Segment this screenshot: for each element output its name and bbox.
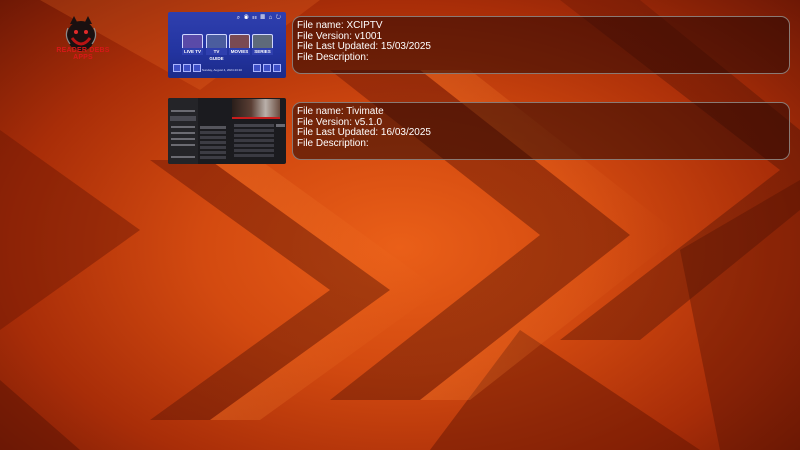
tivimate-groups — [200, 126, 228, 162]
thumbnail-date: Sunday, August 4, 2024 23:10 — [202, 68, 242, 72]
tivimate-video-preview — [232, 99, 280, 119]
tile-series: SERIES — [252, 34, 273, 55]
file-last-updated: File Last Updated: 16/03/2025 — [297, 127, 431, 138]
file-entry-xciptv[interactable]: ⌕ ◉ ☷ ▦ ⌂ ↻ LIVE TV TV GUIDE MOVIES SERI… — [168, 12, 792, 78]
file-name: File name: XCIPTV — [297, 20, 383, 31]
file-info-panel[interactable]: File name: Tivimate File Version: v5.1.0… — [292, 102, 790, 160]
tile-tv-guide: TV GUIDE — [206, 34, 227, 61]
logo-text: READER DEBS APPS — [56, 47, 110, 61]
tile-movies: MOVIES — [229, 34, 250, 55]
file-description: File Description: — [297, 51, 369, 63]
file-entry-tivimate[interactable]: File name: Tivimate File Version: v5.1.0… — [168, 98, 792, 164]
tivimate-thumbnail[interactable] — [168, 98, 286, 164]
toolbar-icons: ⌕ ◉ ☷ ▦ ⌂ ↻ — [236, 15, 282, 21]
tile-live-tv: LIVE TV — [182, 34, 203, 55]
file-last-updated: File Last Updated: 15/03/2025 — [297, 41, 431, 52]
file-description: File Description: — [297, 137, 369, 149]
file-name: File name: Tivimate — [297, 106, 384, 117]
xciptv-thumbnail[interactable]: ⌕ ◉ ☷ ▦ ⌂ ↻ LIVE TV TV GUIDE MOVIES SERI… — [168, 12, 286, 78]
file-info-panel[interactable]: File name: XCIPTV File Version: v1001 Fi… — [292, 16, 790, 74]
tivimate-sidebar — [168, 98, 198, 164]
